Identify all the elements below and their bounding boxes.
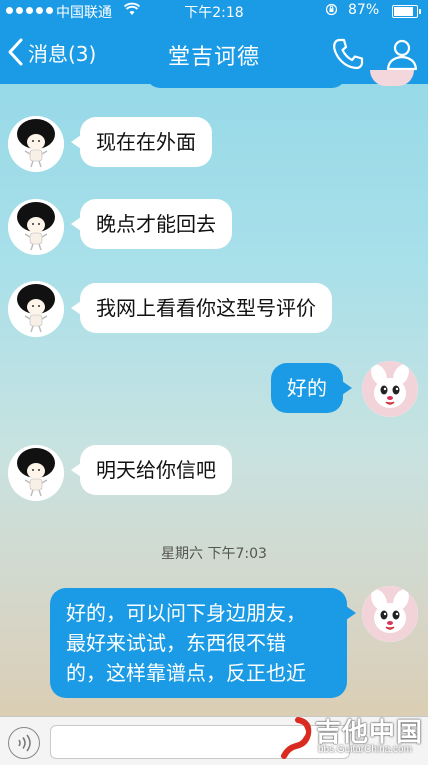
- watermark-url: bbs.GuitarChina.com: [318, 744, 412, 755]
- battery-fill: [394, 7, 414, 16]
- message-bubble-incoming[interactable]: 现在在外面: [71, 117, 212, 167]
- previous-outgoing-bubble: [146, 72, 346, 88]
- back-button[interactable]: 消息(3): [6, 36, 96, 68]
- message-bubble-incoming[interactable]: 明天给你信吧: [71, 445, 232, 495]
- back-label: 消息(3): [28, 41, 97, 66]
- message-bubble-outgoing[interactable]: 好的: [271, 363, 352, 413]
- profile-button[interactable]: [384, 36, 420, 72]
- battery-icon: [392, 5, 421, 18]
- rotation-lock-icon: [325, 3, 338, 16]
- contact-avatar[interactable]: [8, 199, 64, 255]
- voice-icon: [18, 734, 31, 752]
- contact-avatar[interactable]: [8, 281, 64, 337]
- contact-avatar[interactable]: [8, 445, 64, 501]
- status-bar: 中国联通 下午2:18 87%: [0, 0, 428, 22]
- message-line: 好的，可以问下身边朋友，: [66, 601, 306, 625]
- own-avatar[interactable]: [362, 361, 418, 417]
- battery-percent: 87%: [348, 2, 380, 18]
- message-bubble-incoming[interactable]: 晚点才能回去: [71, 199, 232, 249]
- message-timestamp: 星期六 下午7:03: [161, 546, 267, 562]
- phone-call-button[interactable]: [330, 36, 366, 72]
- profile-icon: [386, 39, 418, 71]
- contact-avatar[interactable]: [8, 116, 64, 172]
- own-avatar[interactable]: [362, 586, 418, 642]
- chat-title: 堂吉诃德: [167, 45, 260, 70]
- chevron-left-icon: [8, 38, 23, 66]
- message-line: 最好来试试，东西很不错: [66, 631, 286, 655]
- message-line: 的，这样靠谱点，反正也近: [66, 661, 306, 685]
- voice-input-button[interactable]: [8, 727, 40, 759]
- message-bubble-incoming[interactable]: 我网上看看你这型号评价: [71, 283, 332, 333]
- phone-icon: [333, 38, 364, 70]
- message-bubble-outgoing[interactable]: 好的，可以问下身边朋友， 最好来试试，东西很不错 的，这样靠谱点，反正也近: [50, 588, 356, 698]
